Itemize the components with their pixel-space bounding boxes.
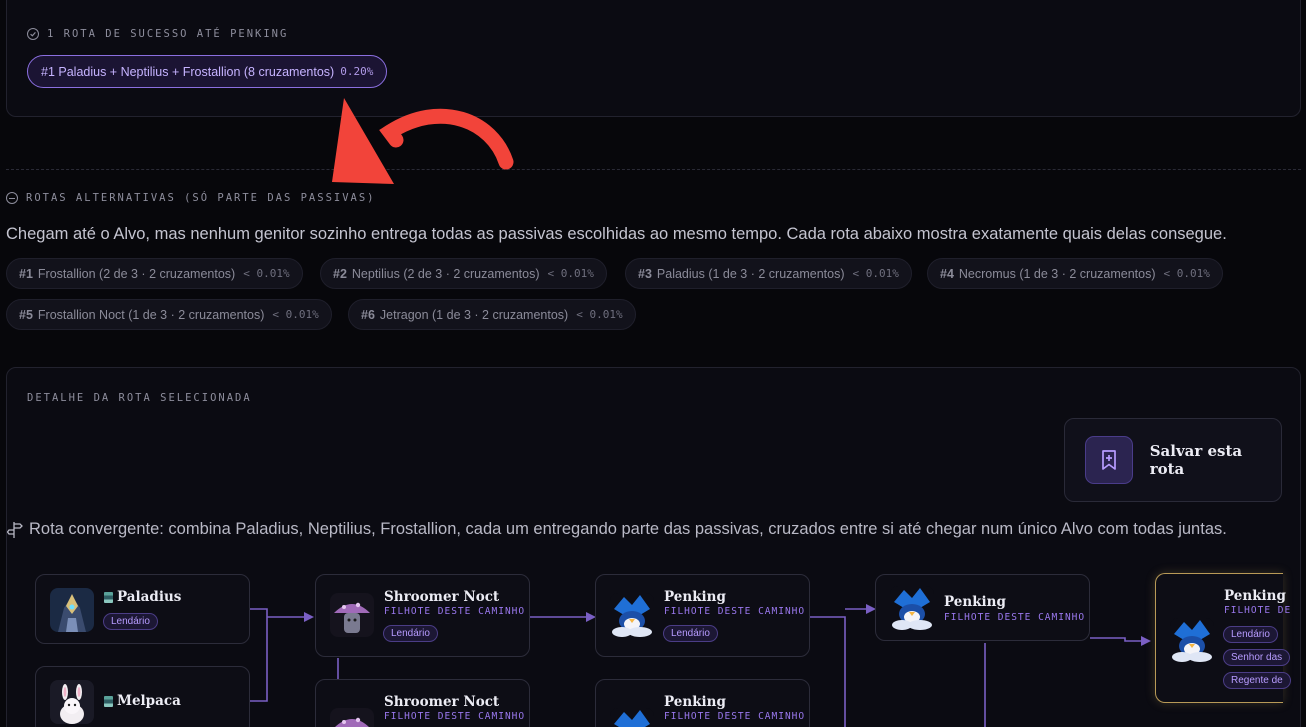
- node-subtitle: FILHOTE DESTE CAMINHO: [384, 606, 526, 617]
- node-name-text: Penking: [664, 589, 726, 605]
- node-name-text: Penking: [1224, 588, 1286, 604]
- alt-route-num: #1: [19, 266, 33, 281]
- node-subtitle: FILHOTE DESTE CAMINHO: [664, 711, 806, 722]
- route-node-shroomer-noct-2[interactable]: Shroomer Noct FILHOTE DESTE CAMINHO: [315, 679, 530, 727]
- route-node-melpaca[interactable]: Melpaca: [35, 666, 250, 727]
- melpaca-avatar: [50, 680, 94, 724]
- section-divider: [6, 169, 1301, 170]
- route-node-penking-3[interactable]: Penking FILHOTE DESTE CAMINHO: [875, 574, 1090, 641]
- alt-route-num: #2: [333, 266, 347, 281]
- alt-route-label: Frostallion Noct (1 de 3 · 2 cruzamentos…: [37, 307, 265, 322]
- node-name: Melpaca: [104, 693, 181, 709]
- node-subtitle: FILHOTE DESTE CAMINHO: [944, 612, 1086, 623]
- node-name-text: Paladius: [117, 589, 182, 605]
- passive-tag: Regente de: [1223, 672, 1291, 689]
- minus-circle-icon: [6, 192, 18, 204]
- paladius-avatar: [50, 588, 94, 632]
- node-name-text: Penking: [944, 594, 1006, 610]
- route-node-penking-1[interactable]: Penking FILHOTE DESTE CAMINHO Lendário: [595, 574, 810, 657]
- shroomer-avatar: [330, 708, 374, 727]
- route-detail-panel: DETALHE DA ROTA SELECIONADA Salvar esta …: [6, 367, 1301, 727]
- penking-avatar: [890, 586, 934, 630]
- alt-route-pct: < 0.01%: [1163, 267, 1210, 280]
- alt-route-pct: < 0.01%: [272, 308, 319, 321]
- success-caption: 1 ROTA DE SUCESSO ATÉ PENKING: [27, 28, 288, 40]
- gene-icon: [104, 591, 113, 603]
- alternatives-caption-text: ROTAS ALTERNATIVAS (SÓ PARTE DAS PASSIVA…: [26, 192, 376, 204]
- success-caption-text: 1 ROTA DE SUCESSO ATÉ PENKING: [47, 28, 289, 40]
- route-node-penking-2[interactable]: Penking FILHOTE DESTE CAMINHO: [595, 679, 810, 727]
- alt-route-num: #5: [19, 307, 33, 322]
- alt-route-chip-5[interactable]: #5 Frostallion Noct (1 de 3 · 2 cruzamen…: [6, 299, 332, 330]
- node-name-text: Melpaca: [117, 693, 181, 709]
- node-name-text: Shroomer Noct: [384, 694, 500, 710]
- route-node-shroomer-noct-1[interactable]: Shroomer Noct FILHOTE DESTE CAMINHO Lend…: [315, 574, 530, 657]
- alt-route-chip-1[interactable]: #1 Frostallion (2 de 3 · 2 cruzamentos) …: [6, 258, 303, 289]
- alt-route-label: Necromus (1 de 3 · 2 cruzamentos): [958, 266, 1156, 281]
- node-name-text: Shroomer Noct: [384, 589, 500, 605]
- alternatives-description: Chegam até o Alvo, mas nenhum genitor so…: [6, 225, 1227, 243]
- rarity-tag: Lendário: [383, 625, 438, 642]
- node-subtitle: FILHOTE DESTE CAMINHO: [664, 606, 806, 617]
- gene-icon: [104, 695, 113, 707]
- node-subtitle: FILHOTE DE: [1224, 605, 1292, 616]
- route-node-penking-target[interactable]: Penking FILHOTE DE Lendário Senhor das R…: [1155, 573, 1291, 703]
- rarity-tag: Lendário: [1223, 626, 1278, 643]
- success-route-label: #1 Paladius + Neptilius + Frostallion (8…: [41, 64, 335, 79]
- alt-route-pct: < 0.01%: [547, 267, 594, 280]
- rarity-tag: Lendário: [103, 613, 158, 630]
- penking-avatar: [610, 593, 654, 637]
- success-routes-panel: 1 ROTA DE SUCESSO ATÉ PENKING #1 Paladiu…: [6, 0, 1301, 117]
- alt-route-num: #4: [940, 266, 954, 281]
- alt-route-label: Neptilius (2 de 3 · 2 cruzamentos): [351, 266, 540, 281]
- success-route-pct: 0.20%: [340, 65, 374, 78]
- alt-route-chip-4[interactable]: #4 Necromus (1 de 3 · 2 cruzamentos) < 0…: [927, 258, 1223, 289]
- alternatives-caption: ROTAS ALTERNATIVAS (SÓ PARTE DAS PASSIVA…: [6, 192, 376, 204]
- alt-route-label: Frostallion (2 de 3 · 2 cruzamentos): [37, 266, 236, 281]
- node-subtitle: FILHOTE DESTE CAMINHO: [384, 711, 526, 722]
- alt-route-num: #6: [361, 307, 375, 322]
- alt-route-chip-6[interactable]: #6 Jetragon (1 de 3 · 2 cruzamentos) < 0…: [348, 299, 636, 330]
- penking-avatar: [1170, 618, 1214, 662]
- rarity-tag: Lendário: [663, 625, 718, 642]
- alt-route-num: #3: [638, 266, 652, 281]
- alt-route-pct: < 0.01%: [576, 308, 623, 321]
- success-route-chip[interactable]: #1 Paladius + Neptilius + Frostallion (8…: [27, 55, 388, 88]
- route-node-paladius[interactable]: Paladius Lendário: [35, 574, 250, 644]
- passive-tag: Senhor das: [1223, 649, 1291, 666]
- penking-avatar: [610, 708, 654, 727]
- alt-route-pct: < 0.01%: [243, 267, 290, 280]
- alt-route-label: Jetragon (1 de 3 · 2 cruzamentos): [379, 307, 569, 322]
- check-circle-icon: [27, 28, 39, 40]
- shroomer-avatar: [330, 593, 374, 637]
- node-name: Paladius: [104, 589, 181, 605]
- alt-route-label: Paladius (1 de 3 · 2 cruzamentos): [656, 266, 845, 281]
- node-name-text: Penking: [664, 694, 726, 710]
- alt-route-chip-3[interactable]: #3 Paladius (1 de 3 · 2 cruzamentos) < 0…: [625, 258, 912, 289]
- alt-route-chip-2[interactable]: #2 Neptilius (2 de 3 · 2 cruzamentos) < …: [320, 258, 607, 289]
- alt-route-pct: < 0.01%: [852, 267, 899, 280]
